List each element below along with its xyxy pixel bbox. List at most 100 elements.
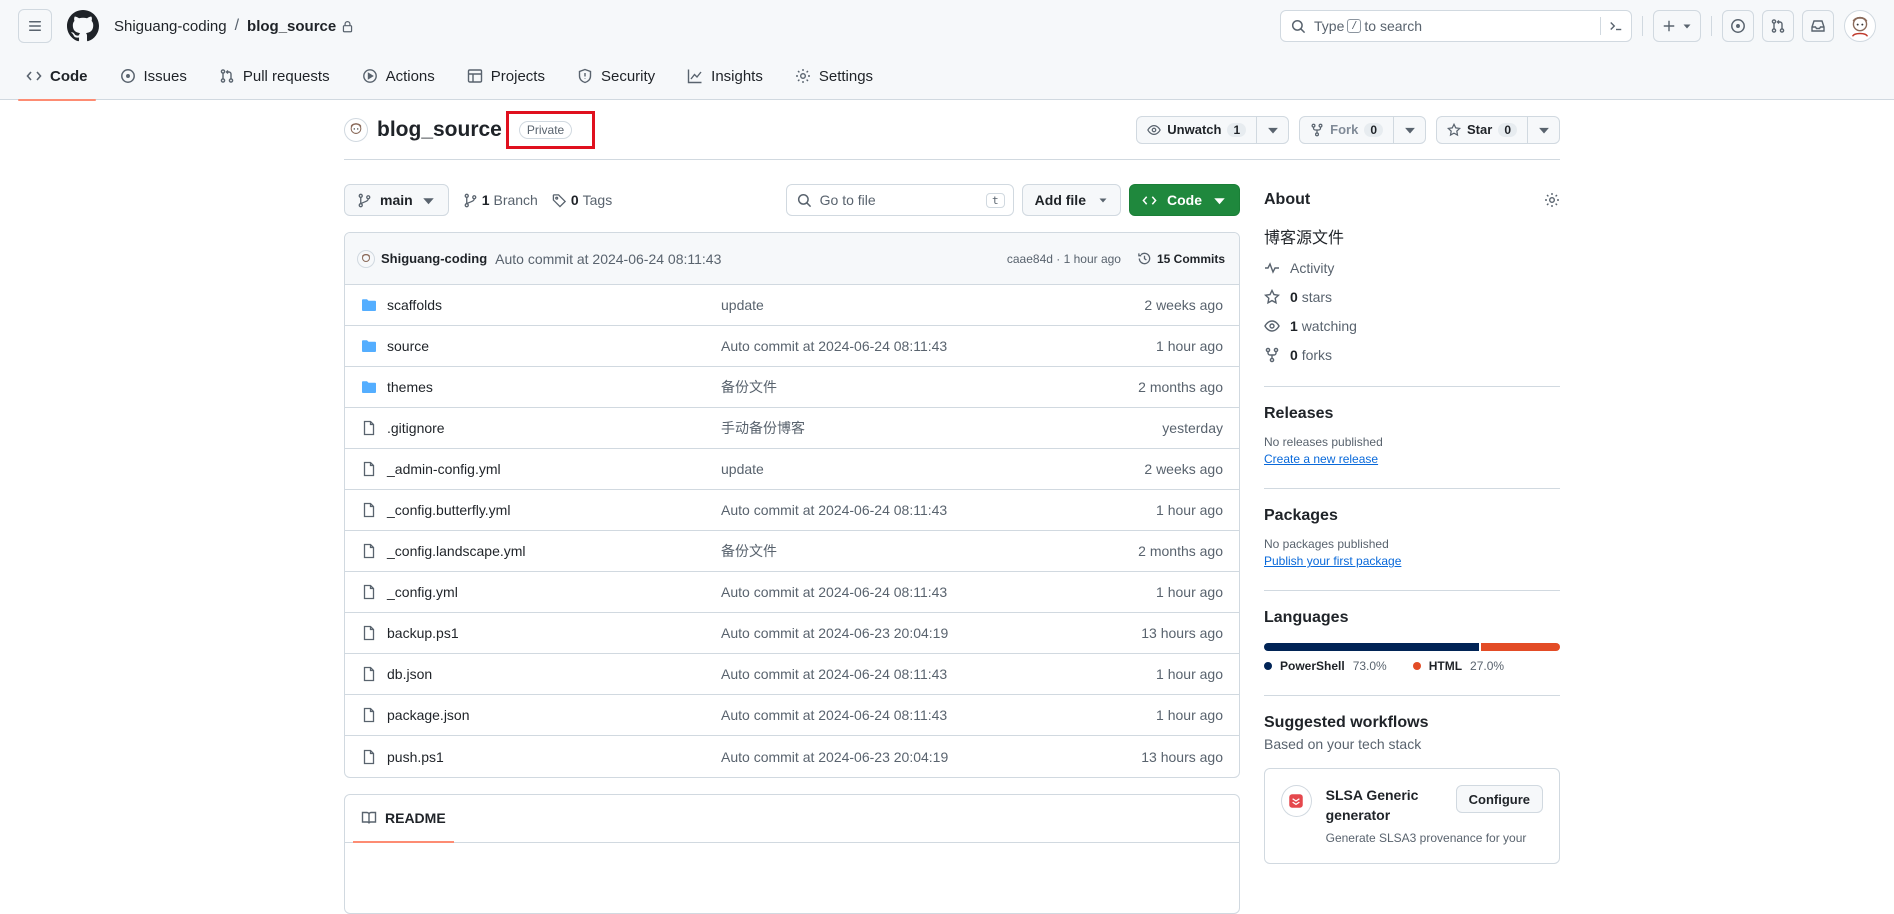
file-name[interactable]: _config.landscape.yml — [387, 543, 721, 559]
language-name: PowerShell — [1280, 659, 1345, 673]
repo-owner-avatar[interactable] — [344, 117, 368, 142]
file-name[interactable]: push.ps1 — [387, 749, 721, 765]
table-row[interactable]: package.json Auto commit at 2024-06-24 08… — [345, 695, 1239, 736]
configure-button[interactable]: Configure — [1455, 785, 1543, 813]
issues-button[interactable] — [1722, 10, 1754, 42]
table-row[interactable]: _config.butterfly.yml Auto commit at 2024… — [345, 490, 1239, 531]
table-row[interactable]: backup.ps1 Auto commit at 2024-06-23 20:0… — [345, 613, 1239, 654]
create-release-link[interactable]: Create a new release — [1264, 452, 1560, 466]
commit-author[interactable]: Shiguang-coding — [381, 251, 487, 266]
file-name[interactable]: .gitignore — [387, 420, 721, 436]
packages-title[interactable]: Packages — [1264, 507, 1560, 525]
activity-link[interactable]: Activity — [1264, 258, 1560, 277]
publish-package-link[interactable]: Publish your first package — [1264, 554, 1560, 568]
breadcrumb-owner[interactable]: Shiguang-coding — [114, 18, 227, 35]
file-commit-message[interactable]: Auto commit at 2024-06-23 20:04:19 — [721, 749, 1141, 765]
go-to-file-input[interactable]: Go to file t — [785, 184, 1014, 216]
tags-link[interactable]: 0 Tags — [552, 192, 612, 208]
fork-dropdown[interactable] — [1393, 116, 1425, 143]
branch-count: 1 — [481, 192, 490, 208]
code-button[interactable]: Code — [1129, 184, 1240, 216]
commits-link[interactable]: 15 Commits — [1137, 251, 1225, 266]
commit-sha-time[interactable]: caae84d · 1 hour ago — [1007, 252, 1121, 266]
star-dropdown[interactable] — [1527, 116, 1559, 143]
table-row[interactable]: source Auto commit at 2024-06-24 08:11:43… — [345, 326, 1239, 367]
table-row[interactable]: themes 备份文件 2 months ago — [345, 367, 1239, 408]
tab-actions[interactable]: Actions — [354, 52, 443, 100]
user-avatar[interactable] — [1844, 10, 1876, 42]
repo-name[interactable]: blog_source — [377, 118, 502, 142]
branch-icon — [358, 193, 371, 207]
pull-requests-button[interactable] — [1762, 10, 1794, 42]
code-icon — [26, 71, 42, 81]
tab-security[interactable]: Security — [569, 52, 663, 100]
create-new-button[interactable] — [1653, 10, 1701, 42]
inbox-button[interactable] — [1802, 10, 1834, 42]
table-row[interactable]: db.json Auto commit at 2024-06-24 08:11:4… — [345, 654, 1239, 695]
commit-author-avatar[interactable] — [357, 249, 375, 268]
file-name[interactable]: source — [387, 338, 721, 354]
language-item[interactable]: HTML 27.0% — [1412, 659, 1504, 673]
file-name[interactable]: _config.yml — [387, 584, 721, 600]
menu-button[interactable] — [18, 9, 52, 43]
table-row[interactable]: scaffolds update 2 weeks ago — [345, 285, 1239, 326]
file-commit-message[interactable]: update — [721, 461, 1144, 477]
commit-message[interactable]: Auto commit at 2024-06-24 08:11:43 — [495, 251, 721, 267]
file-commit-message[interactable]: Auto commit at 2024-06-24 08:11:43 — [721, 707, 1156, 723]
search-input[interactable]: Type / to search — [1280, 10, 1632, 42]
tab-readme[interactable]: README — [353, 794, 454, 843]
breadcrumb-repo[interactable]: blog_source — [247, 18, 336, 35]
file-name[interactable]: scaffolds — [387, 297, 721, 313]
file-commit-message[interactable]: 备份文件 — [721, 541, 1138, 561]
watching-label: watching — [1301, 317, 1357, 334]
branch-name: main — [380, 192, 413, 208]
watch-dropdown[interactable] — [1256, 116, 1288, 143]
tab-issues[interactable]: Issues — [112, 52, 195, 100]
tab-projects[interactable]: Projects — [459, 52, 553, 100]
file-commit-message[interactable]: Auto commit at 2024-06-24 08:11:43 — [721, 584, 1156, 600]
add-file-button[interactable]: Add file — [1021, 184, 1121, 216]
releases-title[interactable]: Releases — [1264, 405, 1560, 423]
language-bar — [1264, 643, 1560, 651]
star-button[interactable]: Star 0 — [1437, 117, 1527, 143]
file-commit-message[interactable]: update — [721, 297, 1144, 313]
file-name[interactable]: _config.butterfly.yml — [387, 502, 721, 518]
file-commit-message[interactable]: Auto commit at 2024-06-24 08:11:43 — [721, 666, 1156, 682]
language-percent: 73.0% — [1352, 659, 1387, 673]
stars-link[interactable]: 0 stars — [1264, 287, 1560, 306]
branch-selector[interactable]: main — [344, 184, 449, 216]
file-commit-message[interactable]: 备份文件 — [721, 377, 1138, 397]
fork-button[interactable]: Fork 0 — [1300, 117, 1393, 143]
folder-icon — [361, 296, 379, 314]
watching-link[interactable]: 1 watching — [1264, 316, 1560, 335]
table-row[interactable]: _admin-config.yml update 2 weeks ago — [345, 449, 1239, 490]
file-commit-message[interactable]: Auto commit at 2024-06-23 20:04:19 — [721, 625, 1141, 641]
tab-code[interactable]: Code — [18, 52, 96, 101]
table-row[interactable]: push.ps1 Auto commit at 2024-06-23 20:04:… — [345, 736, 1239, 777]
gear-icon[interactable] — [1544, 192, 1560, 208]
file-name[interactable]: themes — [387, 379, 721, 395]
file-commit-message[interactable]: Auto commit at 2024-06-24 08:11:43 — [721, 502, 1156, 518]
language-dot — [1264, 662, 1272, 670]
file-name[interactable]: package.json — [387, 707, 721, 723]
tab-insights[interactable]: Insights — [679, 52, 771, 100]
file-toolbar: main 1 Branch 0 Tags Go to file t Add fi… — [344, 184, 1240, 216]
forks-link[interactable]: 0 forks — [1264, 345, 1560, 364]
file-name[interactable]: backup.ps1 — [387, 625, 721, 641]
file-commit-message[interactable]: 手动备份博客 — [721, 418, 1162, 438]
unwatch-button[interactable]: Unwatch 1 — [1137, 117, 1256, 143]
github-logo-icon[interactable] — [66, 9, 100, 43]
star-icon — [1447, 122, 1462, 136]
table-row[interactable]: _config.yml Auto commit at 2024-06-24 08:… — [345, 572, 1239, 613]
branches-link[interactable]: 1 Branch — [463, 192, 538, 208]
file-name[interactable]: _admin-config.yml — [387, 461, 721, 477]
tab-settings[interactable]: Settings — [787, 52, 881, 100]
table-row[interactable]: .gitignore 手动备份博客 yesterday — [345, 408, 1239, 449]
file-name[interactable]: db.json — [387, 666, 721, 682]
table-row[interactable]: _config.landscape.yml 备份文件 2 months ago — [345, 531, 1239, 572]
tab-pull-requests[interactable]: Pull requests — [211, 52, 338, 100]
command-palette-icon[interactable] — [1600, 17, 1623, 35]
language-item[interactable]: PowerShell 73.0% — [1264, 659, 1387, 673]
file-commit-message[interactable]: Auto commit at 2024-06-24 08:11:43 — [721, 338, 1156, 354]
plus-icon — [1663, 20, 1675, 32]
